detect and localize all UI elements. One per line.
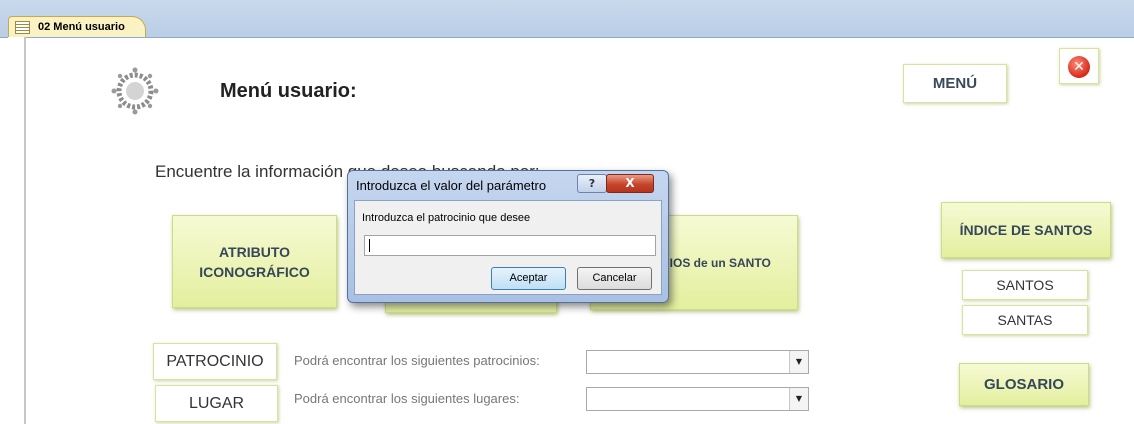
atributo-label-line1: ATRIBUTO [218,243,291,260]
indice-de-santos-button[interactable]: ÍNDICE DE SANTOS [941,202,1111,258]
close-icon: ✕ [1068,56,1090,78]
aceptar-button[interactable]: Aceptar [491,267,566,290]
lugar-button[interactable]: LUGAR [155,385,278,422]
atributo-label-line2: ICONOGRÁFICO [199,263,310,280]
dialog-prompt: Introduzca el patrocinio que desee [362,212,531,224]
help-button[interactable]: ? [577,174,607,193]
dialog-body: Introduzca el patrocinio que desee Acept… [354,200,662,295]
patrocinio-combobox[interactable]: ▼ [586,350,809,374]
glosario-button[interactable]: GLOSARIO [959,363,1089,406]
santos-button[interactable]: SANTOS [962,270,1088,300]
halo-logo-icon [111,67,159,115]
parameter-input[interactable] [364,235,656,256]
dropdown-arrow-icon[interactable]: ▼ [789,388,808,410]
close-form-button[interactable]: ✕ [1059,48,1099,84]
lugar-combobox[interactable]: ▼ [586,387,809,411]
text-caret [369,239,370,252]
form-icon [15,21,30,34]
patrocinio-label: Podrá encontrar los siguientes patrocini… [294,353,540,368]
page-title: Menú usuario: [220,80,357,102]
document-tab-strip: 02 Menú usuario [0,0,1134,38]
cancelar-button[interactable]: Cancelar [577,267,652,290]
tab-menu-usuario[interactable]: 02 Menú usuario [8,16,146,37]
atributo-iconografico-button[interactable]: ATRIBUTO ICONOGRÁFICO [172,215,337,308]
lugar-label: Podrá encontrar los siguientes lugares: [294,391,520,406]
patrocinio-button[interactable]: PATROCINIO [153,343,277,380]
parameter-dialog: Introduzca el valor del parámetro ? X In… [347,170,669,303]
dialog-close-button[interactable]: X [606,174,654,193]
santas-button[interactable]: SANTAS [962,305,1088,335]
tab-label: 02 Menú usuario [38,21,125,33]
dropdown-arrow-icon[interactable]: ▼ [789,351,808,373]
form-left-border [8,37,26,424]
dialog-title: Introduzca el valor del parámetro [356,178,547,193]
menu-button[interactable]: MENÚ [903,64,1007,103]
